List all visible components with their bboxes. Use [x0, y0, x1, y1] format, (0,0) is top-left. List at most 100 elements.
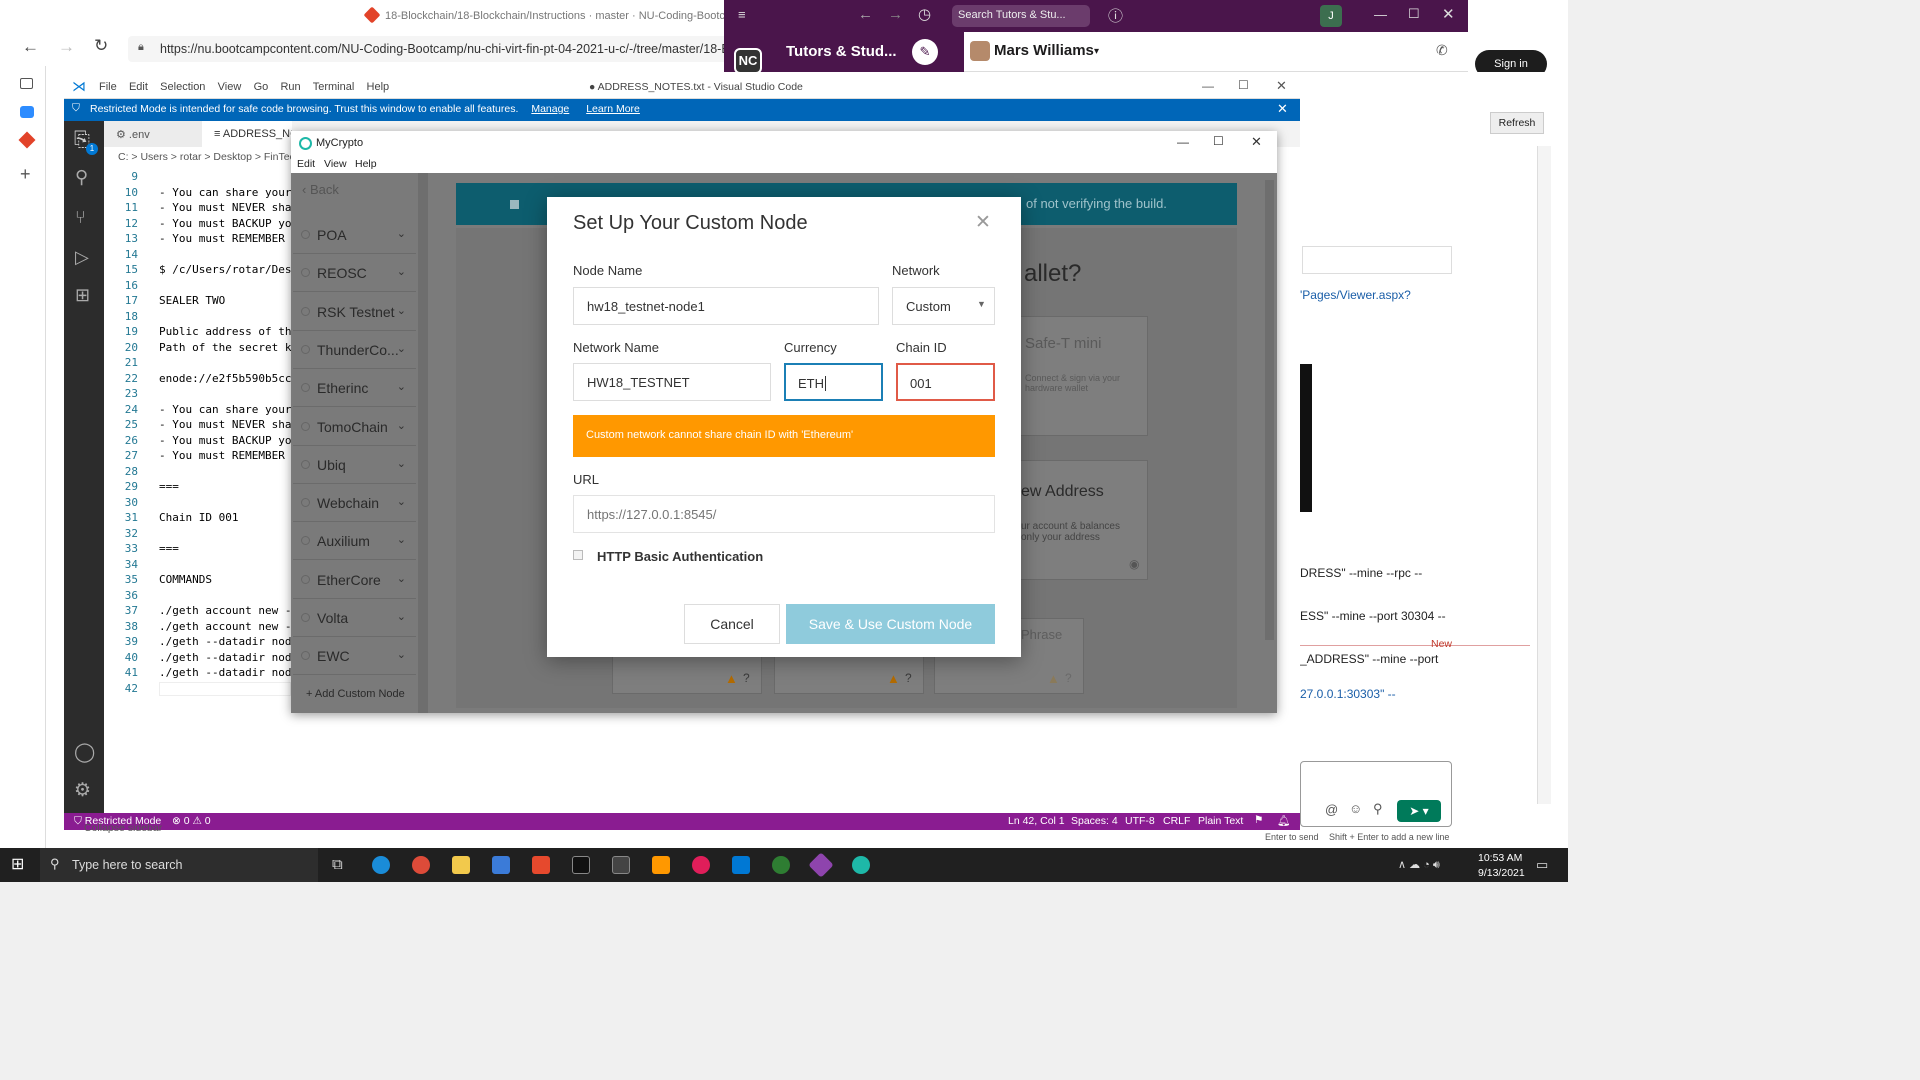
history-icon[interactable]: ◷	[918, 5, 931, 23]
code-line[interactable]: - You can share your	[159, 403, 291, 416]
menu-help[interactable]: Help	[355, 158, 377, 170]
menu-help[interactable]: Help	[367, 81, 390, 93]
browser-tab[interactable]: 18-Blockchain/18-Blockchain/Instructions…	[0, 0, 763, 32]
menu-view[interactable]: View	[218, 81, 242, 93]
network-name-input[interactable]: HW18_TESTNET	[573, 363, 771, 401]
close-icon[interactable]: ✕	[975, 211, 991, 234]
scrollbar[interactable]	[418, 173, 428, 713]
mycrypto-icon[interactable]	[852, 856, 870, 874]
mention-icon[interactable]: @	[1325, 802, 1338, 817]
viewer-link[interactable]: 'Pages/Viewer.aspx?	[1300, 288, 1411, 302]
file-explorer-icon[interactable]	[452, 856, 470, 874]
url-input[interactable]	[573, 495, 995, 533]
scrollbar[interactable]	[1537, 146, 1551, 804]
chain-id-input[interactable]: 001	[896, 363, 995, 401]
task-view-icon[interactable]: ⧉	[332, 856, 343, 873]
network-item[interactable]: Etherinc ⌄	[293, 369, 416, 408]
network-item[interactable]: EWC ⌄	[293, 637, 416, 676]
menu-selection[interactable]: Selection	[160, 81, 205, 93]
menu-edit[interactable]: Edit	[129, 81, 148, 93]
extensions-icon[interactable]: ⊞	[75, 285, 90, 306]
network-select[interactable]: Custom ▼	[892, 287, 995, 325]
maximize-icon[interactable]: ☐	[1213, 134, 1224, 148]
start-icon[interactable]: ⊞	[11, 854, 24, 874]
menu-terminal[interactable]: Terminal	[313, 81, 355, 93]
workspace-name[interactable]: Tutors & Stud...	[786, 43, 897, 60]
manage-link[interactable]: Manage	[531, 103, 569, 115]
menu-go[interactable]: Go	[254, 81, 269, 93]
network-item[interactable]: TomoChain ⌄	[293, 408, 416, 446]
slack-search-input[interactable]: Search Tutors & Stu...	[952, 5, 1090, 27]
problems-status[interactable]: ⊗ 0 ⚠ 0	[172, 815, 211, 827]
message-input[interactable]: @ ☺ ⚲ ➤ ▾	[1300, 761, 1452, 827]
menu-edit[interactable]: Edit	[297, 158, 315, 170]
close-icon[interactable]: ✕	[1251, 134, 1262, 150]
search-field[interactable]	[1302, 246, 1452, 274]
chrome-icon[interactable]	[412, 856, 430, 874]
send-button[interactable]: ➤ ▾	[1397, 800, 1441, 822]
maximize-icon[interactable]: ☐	[1238, 78, 1249, 92]
indentation[interactable]: Spaces: 4	[1071, 815, 1118, 827]
refresh-button[interactable]: Refresh	[1490, 112, 1544, 134]
reload-icon[interactable]: ↻	[94, 36, 108, 56]
tabs-icon[interactable]	[20, 78, 33, 89]
code-line[interactable]: Chain ID 001	[159, 511, 238, 524]
minimize-icon[interactable]: —	[1374, 7, 1387, 22]
code-line[interactable]: $ /c/Users/rotar/Desk	[159, 263, 298, 276]
account-icon[interactable]: ◯	[74, 741, 95, 764]
notification-icon[interactable]: ▭	[1536, 857, 1548, 873]
zoom-icon[interactable]	[20, 106, 34, 118]
workspace-icon[interactable]: NC	[734, 48, 762, 74]
code-line[interactable]: - You must NEVER shar	[159, 418, 298, 431]
back-arrow-icon[interactable]: ←	[22, 37, 39, 57]
code-line[interactable]: - You must BACKUP you	[159, 217, 298, 230]
app-icon[interactable]	[612, 856, 630, 874]
bell-icon[interactable]: 🔔︎	[1277, 814, 1290, 827]
node-name-input[interactable]: hw18_testnet-node1	[573, 287, 879, 325]
collapse-sidebar-link[interactable]: Collapse sidebar	[64, 822, 162, 834]
menu-view[interactable]: View	[324, 158, 347, 170]
cursor-position[interactable]: Ln 42, Col 1	[1008, 815, 1065, 827]
forward-arrow-icon[interactable]: →	[888, 6, 903, 23]
network-item[interactable]: ThunderCo... ⌄	[293, 331, 416, 369]
network-item[interactable]: RSK Testnet ⌄	[293, 293, 416, 331]
code-line[interactable]: ===	[159, 480, 179, 493]
source-control-icon[interactable]: ⑂	[75, 207, 86, 228]
edge-icon[interactable]	[372, 856, 390, 874]
gear-icon[interactable]: ⚙	[74, 779, 91, 802]
code-line[interactable]: ./geth account new --	[159, 604, 298, 617]
minimize-icon[interactable]: —	[1177, 135, 1189, 149]
currency-input[interactable]: ETH	[784, 363, 883, 401]
close-icon[interactable]: ✕	[1442, 5, 1455, 23]
save-custom-node-button[interactable]: Save & Use Custom Node	[786, 604, 995, 644]
close-icon[interactable]: ✕	[1276, 78, 1287, 94]
back-arrow-icon[interactable]: ←	[858, 6, 873, 23]
emoji-icon[interactable]: ☺	[1349, 801, 1362, 816]
address-bar[interactable]: https://nu.bootcampcontent.com/NU-Coding…	[128, 36, 728, 62]
menu-file[interactable]: File	[99, 81, 117, 93]
learn-more-link[interactable]: Learn More	[586, 103, 640, 115]
forward-arrow-icon[interactable]: →	[58, 37, 75, 57]
code-line[interactable]: ./geth --datadir node	[159, 666, 298, 679]
maximize-icon[interactable]: ☐	[1408, 6, 1420, 22]
network-item[interactable]: REOSC ⌄	[293, 254, 416, 293]
network-item[interactable]: Auxilium ⌄	[293, 522, 416, 561]
tray-icons[interactable]: ∧ ☁ ◔ 🔊︎	[1398, 858, 1440, 872]
back-link[interactable]: ‹ Back	[302, 182, 339, 197]
minimize-icon[interactable]: —	[1202, 79, 1214, 93]
language-mode[interactable]: Plain Text	[1198, 815, 1243, 827]
attach-icon[interactable]: ⚲	[1373, 801, 1383, 817]
app-icon[interactable]	[772, 856, 790, 874]
code-line[interactable]: ./geth --datadir node	[159, 651, 298, 664]
feedback-icon[interactable]: ⚑	[1254, 814, 1263, 826]
safe-t-card[interactable]: Safe-T mini Connect & sign via your hard…	[1016, 316, 1148, 436]
code-line[interactable]: - You must NEVER shar	[159, 201, 298, 214]
taskbar-search[interactable]: ⚲ Type here to search	[40, 848, 318, 882]
line-ending[interactable]: CRLF	[1163, 815, 1190, 827]
tab-address-notes[interactable]: ≡ ADDRESS_NO	[202, 121, 292, 147]
encoding[interactable]: UTF-8	[1125, 815, 1155, 827]
code-line[interactable]: Path of the secret ke	[159, 341, 298, 354]
code-line[interactable]: Public address of the	[159, 325, 298, 338]
code-line[interactable]: ./geth account new --	[159, 620, 298, 633]
office-icon[interactable]	[532, 856, 550, 874]
